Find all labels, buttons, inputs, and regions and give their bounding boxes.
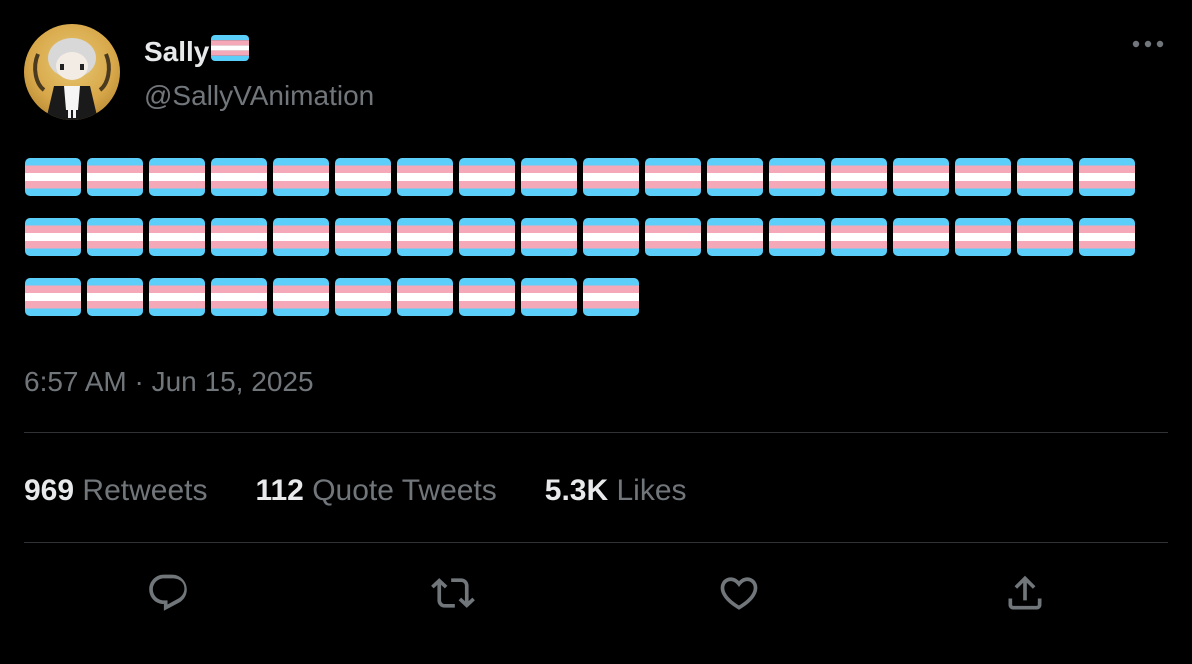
- transgender-flag-icon: [830, 155, 888, 199]
- transgender-flag-icon: [520, 275, 578, 319]
- transgender-flag-icon: [86, 155, 144, 199]
- emoji-row: [24, 275, 1164, 319]
- tweet-body: [24, 155, 1164, 335]
- reply-icon: [149, 574, 187, 611]
- transgender-flag-icon: [768, 155, 826, 199]
- transgender-flag-icon: [520, 155, 578, 199]
- transgender-flag-icon: [582, 155, 640, 199]
- transgender-flag-icon: [272, 215, 330, 259]
- transgender-flag-icon: [148, 275, 206, 319]
- retweets-count: 969: [24, 474, 75, 507]
- transgender-flag-icon: [954, 215, 1012, 259]
- transgender-flag-icon: [210, 215, 268, 259]
- quote-tweets-stat[interactable]: 112 Quote Tweets: [255, 472, 496, 510]
- transgender-flag-icon: [396, 155, 454, 199]
- transgender-flag-icon: [1016, 155, 1074, 199]
- action-bar: [24, 568, 1168, 618]
- transgender-flag-icon: [334, 155, 392, 199]
- engagement-stats: 969 Retweets 112 Quote Tweets 5.3K Likes: [24, 472, 735, 510]
- retweets-stat[interactable]: 969 Retweets: [24, 472, 207, 510]
- retweet-button[interactable]: [427, 568, 479, 618]
- transgender-flag-icon: [520, 215, 578, 259]
- transgender-flag-icon: [706, 155, 764, 199]
- likes-stat[interactable]: 5.3K Likes: [545, 472, 687, 510]
- transgender-flag-icon: [210, 155, 268, 199]
- likes-count: 5.3K: [544, 474, 609, 507]
- like-icon: [720, 577, 758, 610]
- transgender-flag-icon: [458, 215, 516, 259]
- transgender-flag-icon: [582, 275, 640, 319]
- transgender-flag-icon: [644, 215, 702, 259]
- transgender-flag-icon: [334, 275, 392, 319]
- divider: [24, 542, 1168, 543]
- tweet-timestamp[interactable]: 6:57 AM · Jun 15, 2025: [24, 364, 314, 400]
- display-name-text: Sally: [144, 36, 210, 67]
- share-icon: [1008, 575, 1042, 610]
- transgender-flag-icon: [86, 215, 144, 259]
- emoji-row: [24, 155, 1164, 199]
- transgender-flag-icon: [582, 215, 640, 259]
- transgender-flag-icon: [1078, 215, 1136, 259]
- transgender-flag-icon: [892, 155, 950, 199]
- user-handle[interactable]: @SallyVAnimation: [144, 78, 374, 114]
- display-name[interactable]: Sally: [144, 34, 250, 70]
- reply-button[interactable]: [142, 568, 194, 618]
- transgender-flag-icon: [830, 215, 888, 259]
- likes-label: Likes: [616, 474, 687, 507]
- transgender-flag-icon: [86, 275, 144, 319]
- transgender-flag-icon: [24, 275, 82, 319]
- transgender-flag-icon: [334, 215, 392, 259]
- transgender-flag-icon: [24, 155, 82, 199]
- transgender-flag-icon: [1016, 215, 1074, 259]
- transgender-flag-icon: [892, 215, 950, 259]
- more-options-button[interactable]: [1128, 30, 1168, 58]
- transgender-flag-icon: [768, 215, 826, 259]
- transgender-flag-icon: [272, 155, 330, 199]
- transgender-flag-icon: [706, 215, 764, 259]
- transgender-flag-icon: [396, 215, 454, 259]
- transgender-flag-icon: [148, 215, 206, 259]
- quote-tweets-label: Quote Tweets: [312, 474, 497, 507]
- retweet-icon: [431, 578, 475, 608]
- more-icon: [1132, 40, 1164, 48]
- transgender-flag-icon: [396, 275, 454, 319]
- share-button[interactable]: [999, 568, 1051, 618]
- transgender-flag-icon: [210, 275, 268, 319]
- transgender-flag-icon: [458, 155, 516, 199]
- transgender-flag-icon: [24, 215, 82, 259]
- transgender-flag-icon: [211, 34, 250, 70]
- transgender-flag-icon: [272, 275, 330, 319]
- transgender-flag-icon: [1078, 155, 1136, 199]
- transgender-flag-icon: [458, 275, 516, 319]
- divider: [24, 432, 1168, 433]
- like-button[interactable]: [713, 568, 765, 618]
- retweets-label: Retweets: [82, 474, 208, 507]
- transgender-flag-icon: [954, 155, 1012, 199]
- emoji-row: [24, 215, 1164, 259]
- transgender-flag-icon: [148, 155, 206, 199]
- transgender-flag-icon: [644, 155, 702, 199]
- avatar[interactable]: [24, 24, 120, 120]
- avatar-image: [33, 38, 111, 120]
- quote-tweets-count: 112: [255, 474, 304, 507]
